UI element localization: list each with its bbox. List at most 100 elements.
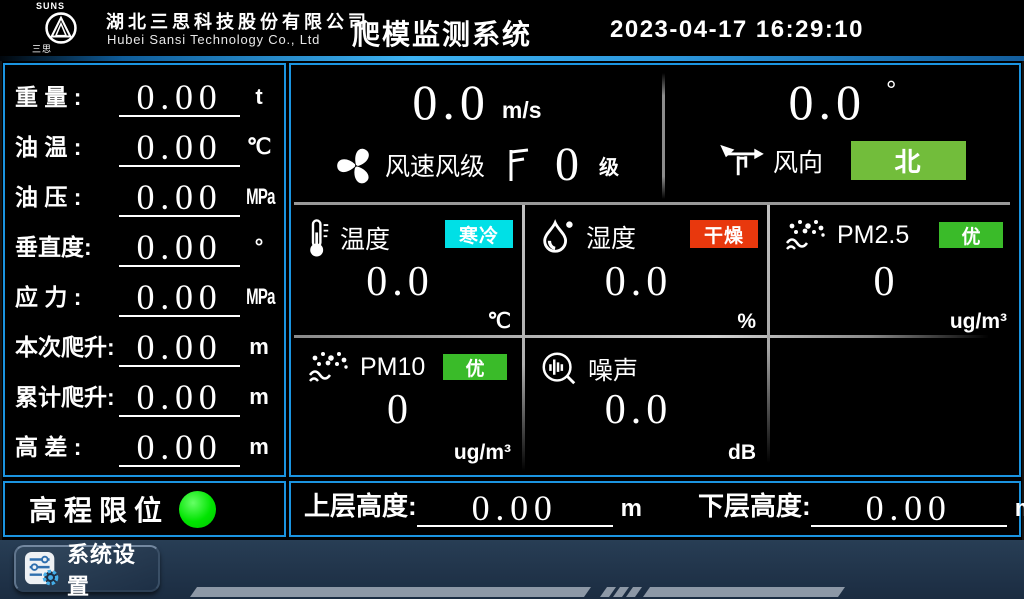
- measure-value: 0.00: [119, 180, 240, 217]
- env-value: 0.0: [523, 261, 754, 303]
- decorative-stripe: [0, 587, 860, 597]
- measure-unit: t: [240, 84, 278, 117]
- logo-suns-text: SUNS: [22, 2, 100, 11]
- wind-direction-block: 0.0 ° 风向 北: [666, 65, 1019, 205]
- env-value: 0: [768, 261, 1005, 303]
- measure-row-current-climb: 本次爬升: 0.00 m: [5, 321, 284, 367]
- wind-direction-value: 0.0: [789, 77, 867, 127]
- upper-height-group: 上层高度: 0.00 m: [304, 486, 642, 527]
- elevation-limit-box: 高程限位: [3, 481, 286, 537]
- env-cell-pm10: PM10 优 0 ug/m³: [291, 337, 523, 475]
- measurements-panel: 重 量 : 0.00 t 油 温 : 0.00 ℃ 油 压 : 0.00 MPa…: [3, 63, 286, 477]
- settings-button[interactable]: 系统设置: [14, 545, 160, 592]
- lower-height-value: 0.00: [811, 491, 1007, 527]
- wind-vane-icon: [719, 143, 765, 179]
- env-cell-empty: [768, 337, 1019, 475]
- measure-row-oil-pressure: 油 压 : 0.00 MPa: [5, 171, 284, 217]
- measure-value: 0.00: [119, 230, 240, 267]
- humidity-status-badge: 干燥: [690, 220, 758, 248]
- env-cell-humidity: 湿度 干燥 0.0 %: [523, 205, 768, 337]
- company-logo: SUNS 三思: [22, 2, 100, 54]
- measure-row-stress: 应 力 : 0.00 MPa: [5, 271, 284, 317]
- measure-label: 重 量 :: [15, 78, 119, 117]
- page-title: 爬模监测系统: [352, 13, 532, 53]
- measure-unit: m: [240, 334, 278, 367]
- lower-height-label: 下层高度:: [698, 486, 811, 527]
- measure-label: 高 差 :: [15, 428, 119, 467]
- noise-icon: [539, 349, 579, 389]
- measure-value: 0.00: [119, 430, 240, 467]
- company-name-cn: 湖北三思科技股份有限公司: [106, 8, 370, 34]
- lower-height-group: 下层高度: 0.00 m: [698, 486, 1024, 527]
- header: SUNS 三思 湖北三思科技股份有限公司 Hubei Sansi Technol…: [0, 0, 1024, 56]
- droplet-icon: [539, 217, 577, 257]
- env-label: PM2.5: [837, 221, 909, 250]
- wind-divider: [662, 73, 665, 199]
- measure-label: 应 力 :: [15, 278, 119, 317]
- env-unit: ug/m³: [950, 310, 1007, 334]
- elevation-limit-label: 高程限位: [29, 489, 169, 529]
- wind-direction-label: 风向: [773, 143, 823, 179]
- env-cell-noise: 噪声 0.0 dB: [523, 337, 768, 475]
- env-cell-temperature: 温度 寒冷 0.0 ℃: [291, 205, 523, 337]
- wind-direction-unit: °: [886, 77, 896, 103]
- upper-height-label: 上层高度:: [304, 486, 417, 527]
- measure-unit: m: [240, 434, 278, 467]
- measure-row-verticality: 垂直度: 0.00 °: [5, 221, 284, 267]
- env-value: 0.0: [523, 389, 754, 431]
- environment-grid: 温度 寒冷 0.0 ℃ 湿度 干燥: [291, 205, 1019, 475]
- upper-height-value: 0.00: [417, 491, 613, 527]
- measure-unit: ℃: [240, 134, 278, 167]
- wind-level-flag-icon: [507, 147, 531, 183]
- logo-sansi-text: 三思: [22, 45, 100, 54]
- measure-row-oil-temp: 油 温 : 0.00 ℃: [5, 121, 284, 167]
- wind-speed-label: 风速风级: [385, 147, 485, 183]
- elevation-limit-indicator: [179, 491, 216, 528]
- env-unit: %: [737, 310, 756, 334]
- measure-row-weight: 重 量 : 0.00 t: [5, 71, 284, 117]
- fan-icon: [335, 144, 377, 186]
- env-label: 噪声: [588, 351, 638, 387]
- env-label: PM10: [360, 353, 425, 382]
- env-value: 0: [291, 389, 509, 431]
- env-value: 0.0: [291, 261, 509, 303]
- env-unit: ℃: [487, 309, 511, 334]
- measure-value: 0.00: [119, 380, 240, 417]
- measure-unit: m: [240, 384, 278, 417]
- measure-unit: MPa: [246, 184, 272, 217]
- measure-label: 累计爬升:: [15, 378, 119, 417]
- upper-height-unit: m: [621, 495, 642, 527]
- measure-label: 本次爬升:: [15, 328, 119, 367]
- hmi-screen: SUNS 三思 湖北三思科技股份有限公司 Hubei Sansi Technol…: [0, 0, 1024, 599]
- env-cell-pm25: PM2.5 优 0 ug/m³: [768, 205, 1019, 337]
- measure-label: 垂直度:: [15, 228, 119, 267]
- wind-speed-value: 0.0: [412, 77, 490, 127]
- pm10-status-badge: 优: [443, 354, 507, 380]
- measure-label: 油 温 :: [15, 128, 119, 167]
- measure-label: 油 压 :: [15, 178, 119, 217]
- measure-row-total-climb: 累计爬升: 0.00 m: [5, 371, 284, 417]
- pm25-status-badge: 优: [939, 222, 1003, 248]
- wind-direction-badge: 北: [851, 141, 966, 180]
- header-divider: [0, 56, 1024, 61]
- pm25-dust-icon: [784, 217, 828, 253]
- wind-section: 0.0 m/s 风速风级: [291, 65, 1019, 205]
- measure-value: 0.00: [119, 330, 240, 367]
- measure-row-height-diff: 高 差 : 0.00 m: [5, 421, 284, 467]
- wind-speed-block: 0.0 m/s 风速风级: [291, 65, 663, 205]
- datetime: 2023-04-17 16:29:10: [610, 16, 864, 44]
- heights-box: 上层高度: 0.00 m 下层高度: 0.00 m: [289, 481, 1021, 537]
- env-unit: ug/m³: [454, 441, 511, 465]
- env-label: 湿度: [586, 219, 636, 255]
- environment-panel: 0.0 m/s 风速风级: [289, 63, 1021, 477]
- temperature-status-badge: 寒冷: [445, 220, 513, 248]
- measure-value: 0.00: [119, 130, 240, 167]
- taskbar: 系统设置: [0, 540, 1024, 599]
- logo-emblem-icon: [44, 11, 78, 45]
- wind-speed-unit: m/s: [502, 97, 542, 124]
- env-unit: dB: [728, 441, 756, 465]
- settings-icon: [24, 550, 60, 588]
- lower-height-unit: m: [1015, 495, 1024, 527]
- company-name-en: Hubei Sansi Technology Co., Ltd: [107, 32, 320, 47]
- wind-level-unit: 级: [599, 151, 619, 180]
